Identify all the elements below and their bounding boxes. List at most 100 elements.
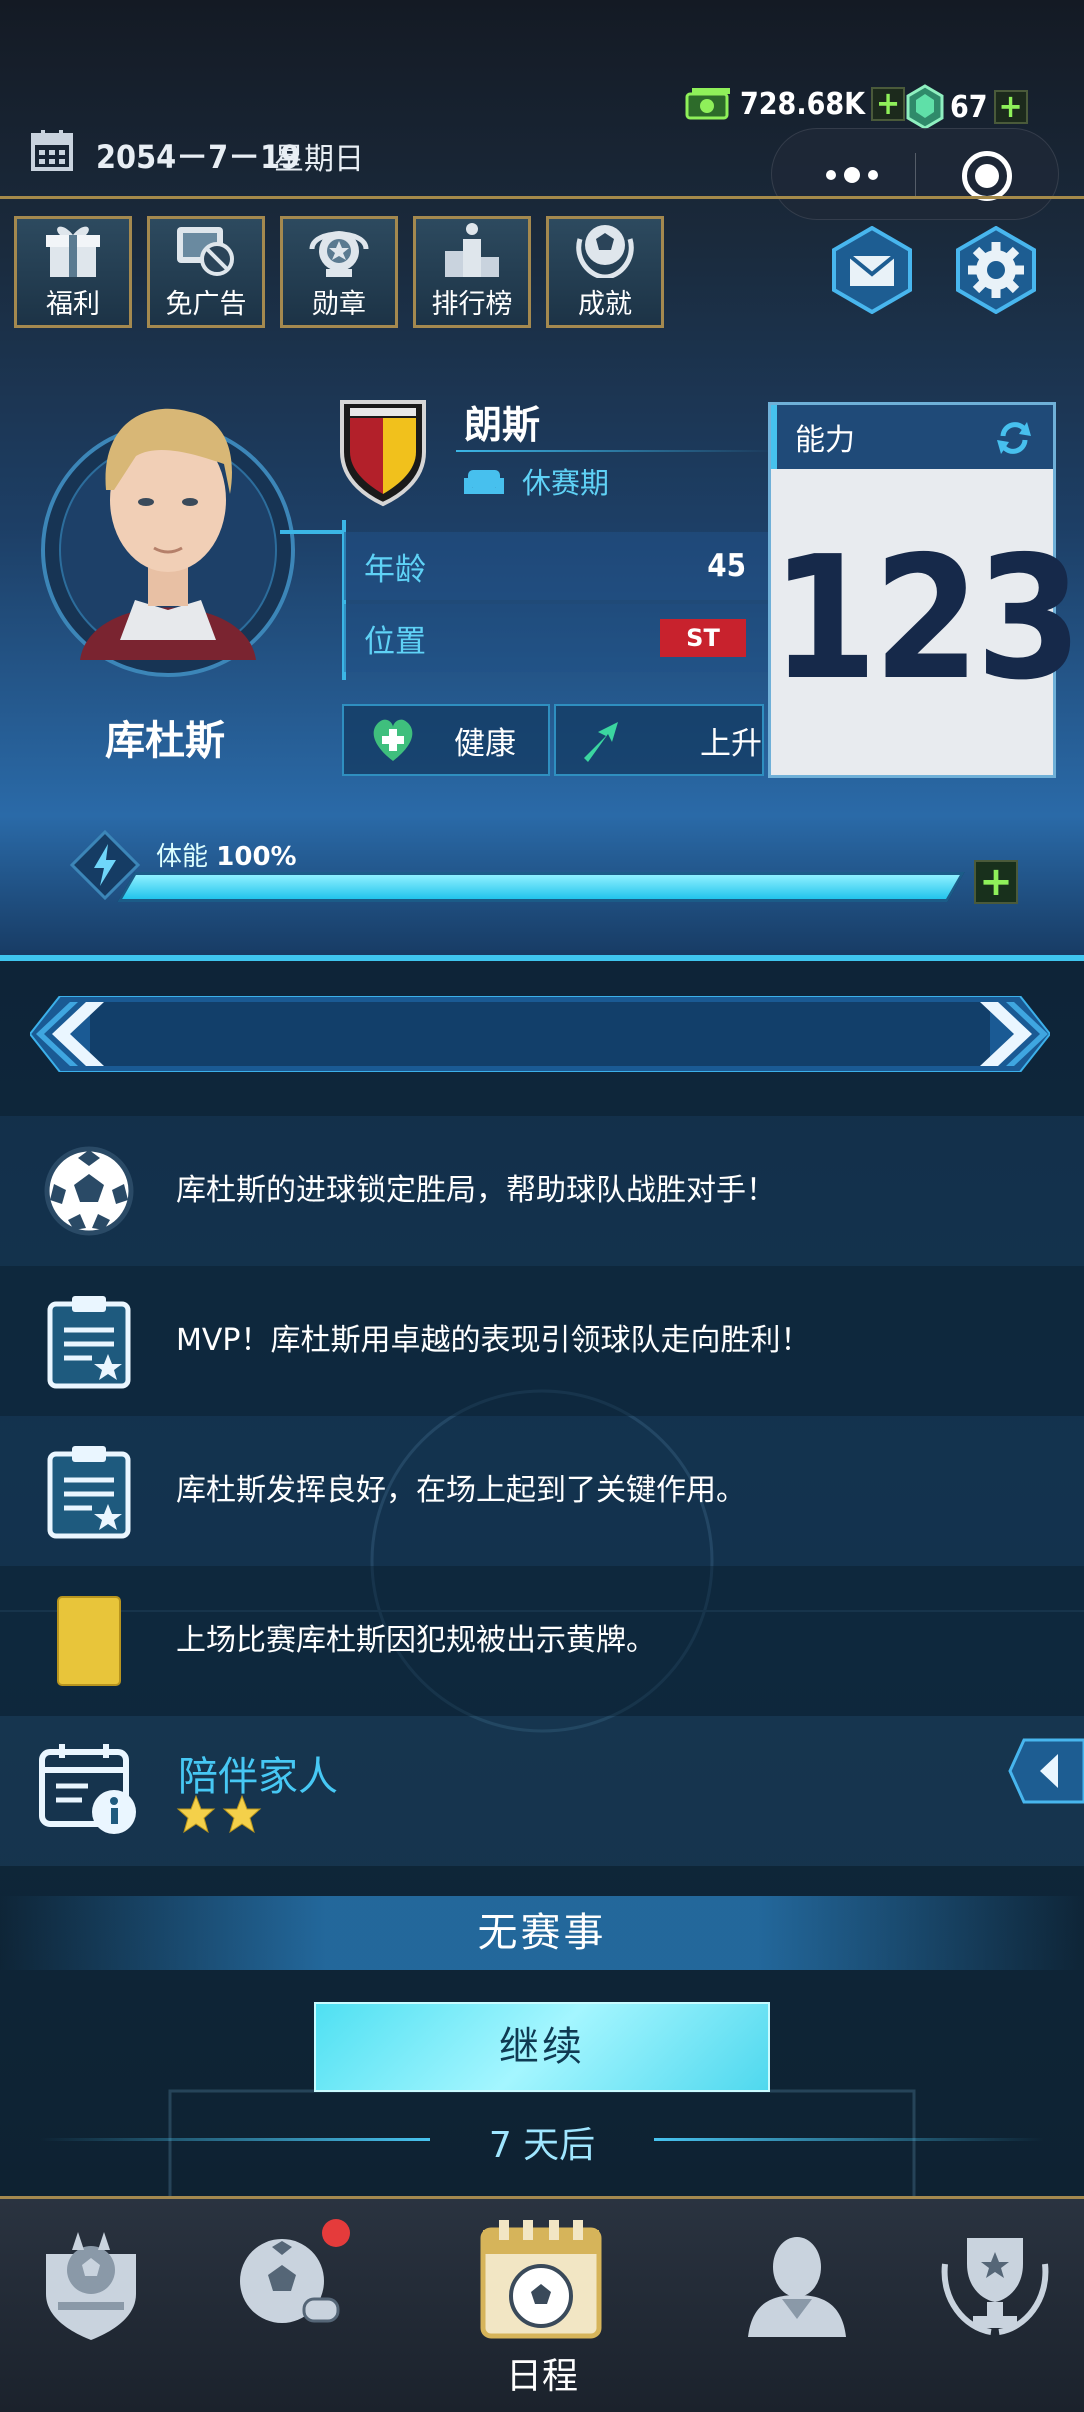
days-until: 7 天后	[488, 2125, 596, 2166]
game-weekday: 星期日	[274, 142, 364, 177]
stamina-label: 体能 100%	[156, 836, 297, 873]
team-name: 朗斯	[464, 403, 541, 447]
clipboard-star-icon	[42, 1291, 136, 1391]
team-crest-icon	[336, 396, 430, 512]
toolbar-label: 成就	[578, 289, 632, 320]
podium-icon	[445, 223, 499, 277]
position-label: 位置	[364, 623, 426, 660]
player-icon	[748, 2237, 846, 2337]
clipboard-star-icon	[42, 1441, 136, 1541]
trend-up-icon	[584, 722, 618, 762]
toolbar-medal-button[interactable]: 勋章	[280, 216, 398, 328]
trend-status[interactable]: 上升	[554, 704, 764, 776]
stamina-label-text: 体能	[156, 842, 209, 872]
gem-counter: 67 +	[906, 84, 1028, 130]
achievement-icon	[576, 225, 634, 278]
cash-value: 728.68K	[740, 86, 866, 122]
close-miniapp-button[interactable]	[962, 151, 1012, 201]
date-banner	[28, 995, 1052, 1073]
stamina-bar-fill	[122, 875, 960, 899]
toolbar-label: 福利	[46, 289, 100, 320]
add-stamina-button[interactable]: +	[974, 860, 1018, 904]
ball-whistle-icon	[240, 2239, 340, 2323]
player-name: 库杜斯	[105, 718, 225, 764]
bottom-nav: 日程	[0, 2196, 1084, 2412]
no-ads-icon	[177, 227, 234, 276]
yellow-card-icon	[42, 1591, 136, 1691]
news-item: 库杜斯发挥良好，在场上起到了关键作用。	[0, 1416, 1084, 1566]
mini-program-capsule	[771, 128, 1059, 220]
health-status[interactable]: 健康	[342, 704, 550, 776]
calendar-icon	[30, 128, 74, 176]
offseason-icon	[460, 456, 508, 504]
notification-dot	[322, 2219, 350, 2247]
nav-schedule-button[interactable]	[476, 2213, 606, 2343]
star-icon	[176, 1794, 216, 1834]
toolbar-welfare-button[interactable]: 福利	[14, 216, 132, 328]
ability-card[interactable]: 能力 123	[768, 402, 1082, 778]
event-expand-button[interactable]	[1008, 1738, 1084, 1808]
nav-player-button[interactable]	[732, 2219, 862, 2349]
gem-value: 67	[950, 89, 988, 125]
heart-icon	[373, 719, 413, 761]
toolbar-ranking-button[interactable]: 排行榜	[413, 216, 531, 328]
chevron-left-icon	[1008, 1738, 1084, 1804]
event-stars	[176, 1794, 262, 1834]
nav-schedule-label: 日程	[505, 2356, 578, 2397]
toolbar-achievement-button[interactable]: 成就	[546, 216, 664, 328]
settings-button[interactable]	[952, 225, 1040, 315]
cash-icon	[685, 88, 730, 120]
stat-row-age: 年龄 45	[344, 532, 768, 600]
mail-icon	[832, 225, 912, 315]
news-text: 库杜斯发挥良好，在场上起到了关键作用。	[176, 1473, 746, 1508]
toolbar-divider	[0, 196, 1084, 199]
stamina-percent: 100%	[216, 842, 297, 872]
add-gems-button[interactable]: +	[993, 90, 1028, 124]
gift-icon	[46, 226, 100, 277]
prev-arrow-button[interactable]	[34, 998, 114, 1074]
stat-row-position: 位置 ST	[344, 604, 768, 672]
nav-trophy-button[interactable]	[930, 2219, 1060, 2349]
club-badge-icon	[46, 2232, 136, 2340]
no-match-label: 无赛事	[0, 1896, 1084, 1970]
continue-button[interactable]: 继续	[314, 2002, 770, 2092]
ability-label: 能力	[795, 423, 855, 458]
health-label: 健康	[454, 725, 516, 762]
chevron-right-icon	[980, 1002, 1048, 1066]
chevron-left-icon	[36, 1002, 104, 1066]
trend-label: 上升	[700, 725, 762, 762]
gem-icon	[906, 84, 944, 130]
trophy-icon	[941, 2238, 1049, 2335]
stamina-bar	[117, 872, 965, 902]
news-item: MVP！库杜斯用卓越的表现引领球队走向胜利！	[0, 1266, 1084, 1416]
cash-counter: 728.68K +	[684, 84, 906, 124]
team-underline	[456, 450, 776, 452]
avatar-connector	[280, 530, 346, 534]
player-avatar[interactable]	[40, 360, 300, 684]
news-item: 库杜斯的进球锁定胜局，帮助球队战胜对手！	[0, 1116, 1084, 1266]
gear-icon	[956, 225, 1036, 315]
nav-club-button[interactable]	[26, 2219, 156, 2349]
age-label: 年龄	[364, 551, 426, 588]
news-text: 库杜斯的进球锁定胜局，帮助球队战胜对手！	[176, 1173, 776, 1208]
event-item[interactable]	[0, 1716, 1084, 1866]
event-info-icon	[38, 1740, 142, 1844]
mail-button[interactable]	[828, 225, 916, 315]
nav-match-button[interactable]	[224, 2219, 354, 2349]
soccer-ball-icon	[42, 1141, 136, 1241]
game-date: 2054－7－19	[96, 138, 301, 176]
toolbar-no-ads-button[interactable]: 免广告	[147, 216, 265, 328]
medal-icon	[309, 231, 369, 277]
age-value: 45	[707, 548, 746, 584]
toolbar-label: 勋章	[312, 289, 366, 320]
news-text: MVP！库杜斯用卓越的表现引领球队走向胜利！	[176, 1323, 811, 1358]
toolbar-label: 排行榜	[431, 289, 513, 320]
more-menu-button[interactable]	[812, 149, 892, 201]
ability-value: 123	[771, 520, 1082, 718]
position-badge: ST	[660, 619, 746, 657]
news-text: 上场比赛库杜斯因犯规被出示黄牌。	[176, 1623, 656, 1658]
star-icon	[222, 1794, 262, 1834]
add-cash-button[interactable]: +	[871, 87, 906, 121]
calendar-ball-icon	[480, 2220, 602, 2339]
next-arrow-button[interactable]	[970, 998, 1050, 1074]
